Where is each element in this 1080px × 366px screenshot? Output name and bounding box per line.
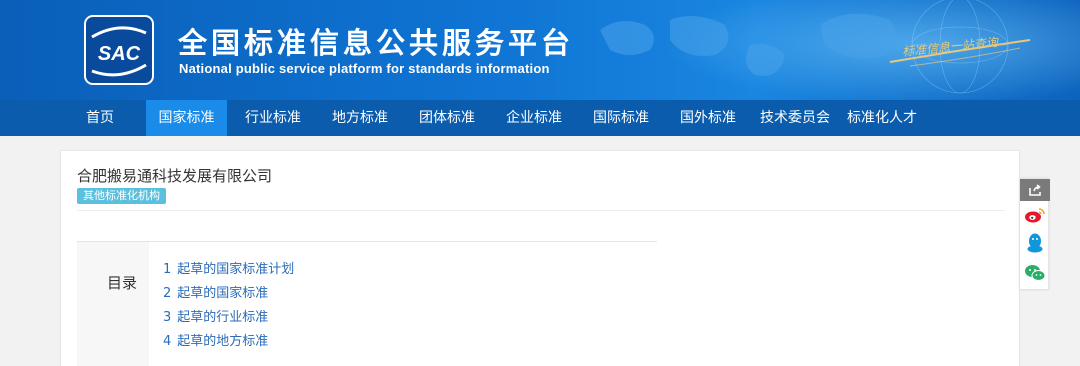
divider (77, 210, 1005, 211)
nav-item-international-standards[interactable]: 国际标准 (581, 100, 661, 136)
toc-item-number: 3 (163, 310, 172, 325)
share-bar (1019, 178, 1050, 290)
logo-text: SAC (98, 43, 141, 65)
toc-item-national-plans[interactable]: 1 起草的国家标准计划 (163, 258, 294, 277)
site-subtitle: National public service platform for sta… (179, 61, 550, 76)
toc-label: 目录 (107, 274, 138, 292)
main-nav: 首页 国家标准 行业标准 地方标准 团体标准 企业标准 国际标准 国外标准 技术… (0, 100, 1080, 136)
share-icon[interactable] (1020, 179, 1050, 201)
toc-item-label: 起草的地方标准 (177, 334, 269, 349)
toc-item-number: 4 (163, 334, 172, 349)
site-title: 全国标准信息公共服务平台 (178, 26, 575, 60)
site-banner: SAC 全国标准信息公共服务平台 National public service… (0, 0, 1080, 100)
toc-item-national-standards[interactable]: 2 起草的国家标准 (163, 282, 268, 301)
wechat-icon[interactable] (1020, 261, 1050, 285)
nav-item-technical-committee[interactable]: 技术委员会 (755, 100, 835, 136)
nav-item-group-standards[interactable]: 团体标准 (407, 100, 487, 136)
toc-item-label: 起草的国家标准 (177, 286, 269, 301)
organization-card: 合肥搬易通科技发展有限公司 其他标准化机构 目录 1 起草的国家标准计划 2 起草的… (60, 150, 1020, 366)
toc-item-label: 起草的行业标准 (177, 310, 269, 325)
nav-item-local-standards[interactable]: 地方标准 (320, 100, 400, 136)
organization-name: 合肥搬易通科技发展有限公司 (77, 167, 273, 185)
toc-item-industry-standards[interactable]: 3 起草的行业标准 (163, 306, 268, 325)
nav-item-national-standards[interactable]: 国家标准 (146, 100, 227, 136)
qq-icon[interactable] (1020, 231, 1050, 255)
nav-item-enterprise-standards[interactable]: 企业标准 (494, 100, 574, 136)
nav-item-foreign-standards[interactable]: 国外标准 (668, 100, 748, 136)
nav-item-industry-standards[interactable]: 行业标准 (233, 100, 313, 136)
nav-item-standardization-talent[interactable]: 标准化人才 (842, 100, 922, 136)
toc-item-local-standards[interactable]: 4 起草的地方标准 (163, 330, 268, 349)
toc-item-label: 起草的国家标准计划 (177, 262, 295, 277)
toc-item-number: 1 (163, 262, 172, 277)
toc-label-cell: 目录 (77, 242, 149, 366)
slogan-badge: 标准信息一站查询 (880, 12, 1040, 82)
table-of-contents: 目录 1 起草的国家标准计划 2 起草的国家标准 3 起草的行业标准 4 起草的地方标准 (77, 241, 657, 366)
toc-item-number: 2 (163, 286, 172, 301)
nav-item-home[interactable]: 首页 (70, 100, 130, 136)
weibo-icon[interactable] (1020, 203, 1050, 227)
organization-type-badge: 其他标准化机构 (77, 188, 166, 204)
sac-logo[interactable]: SAC (84, 15, 154, 85)
